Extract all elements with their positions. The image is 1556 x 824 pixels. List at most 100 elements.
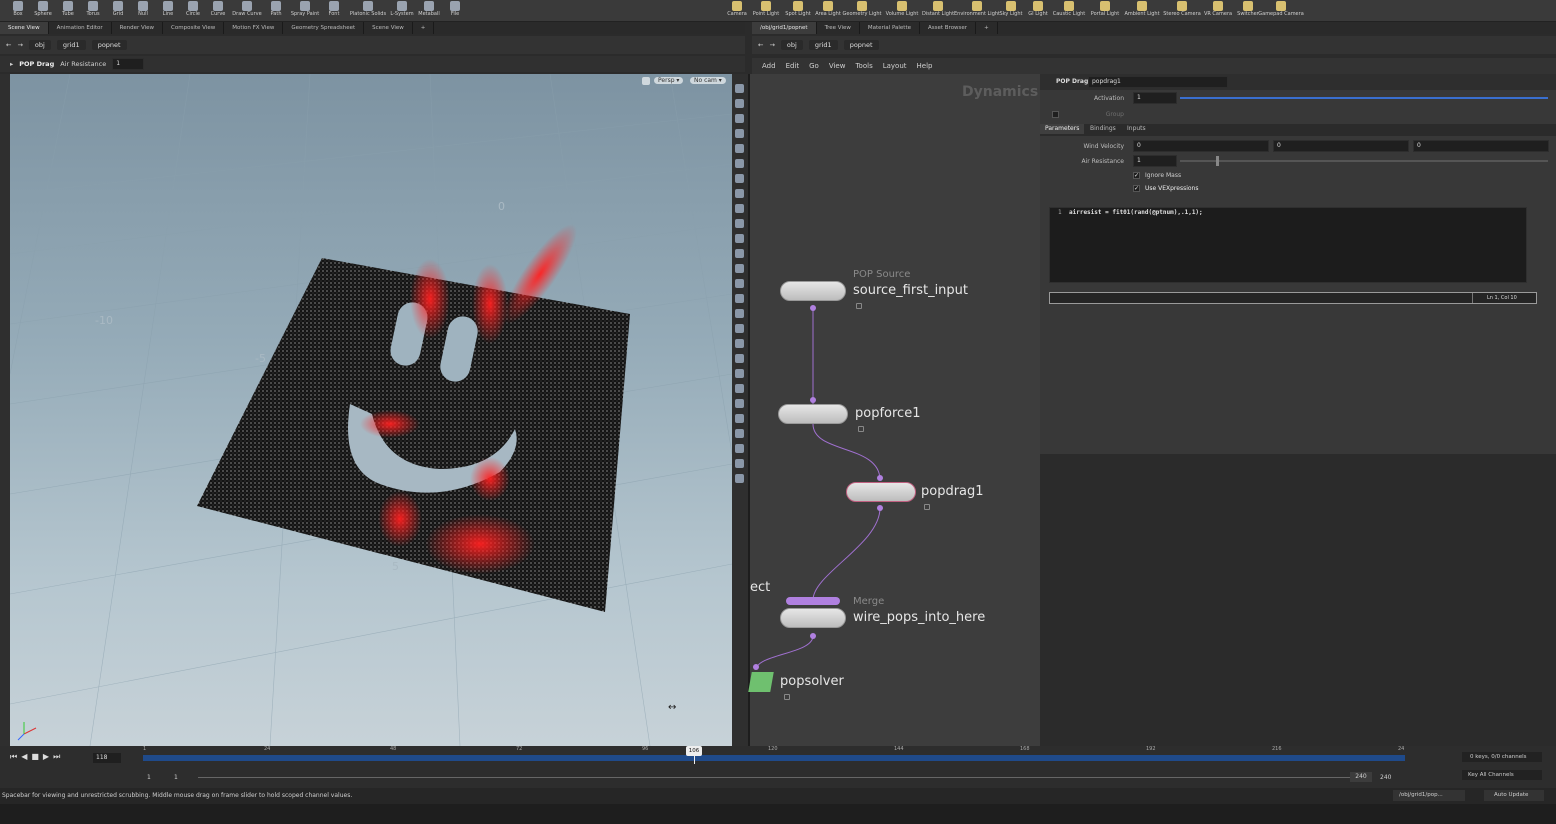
shelf-tool-geometry-light[interactable]: Geometry Light <box>843 0 882 22</box>
camera-menu[interactable]: No cam ▾ <box>690 77 726 84</box>
frame-slider[interactable] <box>143 755 1405 761</box>
shelf-tool-caustic-light[interactable]: Caustic Light <box>1053 0 1085 22</box>
path-obj[interactable]: obj <box>28 40 51 50</box>
status-path[interactable]: /obj/grid1/pop... <box>1393 790 1465 801</box>
display-option-icon[interactable] <box>735 84 744 93</box>
shelf-tool-spot-light[interactable]: Spot Light <box>784 0 812 22</box>
group-checkbox[interactable] <box>1052 111 1059 118</box>
display-option-icon[interactable] <box>735 354 744 363</box>
auto-update-button[interactable]: Auto Update <box>1484 790 1544 801</box>
add-tab-icon[interactable]: + <box>976 22 998 34</box>
tab-geometry-spreadsheet[interactable]: Geometry Spreadsheet <box>283 22 365 34</box>
display-option-icon[interactable] <box>735 264 744 273</box>
menu-add[interactable]: Add <box>762 62 776 70</box>
node-source-first-input[interactable] <box>780 281 846 301</box>
menu-tools[interactable]: Tools <box>855 62 872 70</box>
menu-go[interactable]: Go <box>809 62 819 70</box>
shelf-tool-tube[interactable]: Tube <box>58 0 78 22</box>
operator-param-field[interactable]: 1 <box>112 58 145 70</box>
shelf-tool-sphere[interactable]: Sphere <box>33 0 53 22</box>
shelf-tool-camera[interactable]: Camera <box>723 0 751 22</box>
shelf-tool-portal-light[interactable]: Portal Light <box>1091 0 1119 22</box>
shelf-tool-stereo-camera[interactable]: Stereo Camera <box>1163 0 1201 22</box>
node-wire-pops-into-here[interactable] <box>780 608 846 628</box>
forward-arrow-icon[interactable]: → <box>17 41 22 49</box>
tab-network-path[interactable]: /obj/grid1/popnet <box>752 22 817 34</box>
display-option-icon[interactable] <box>735 369 744 378</box>
activation-field[interactable]: 1 <box>1133 92 1177 104</box>
air-resistance-handle[interactable] <box>1216 156 1219 166</box>
shelf-tool-circle[interactable]: Circle <box>183 0 203 22</box>
lock-camera-icon[interactable] <box>642 77 650 85</box>
range-slider[interactable] <box>198 777 1350 778</box>
display-option-icon[interactable] <box>735 294 744 303</box>
current-frame-marker[interactable]: 106 <box>686 746 702 756</box>
shelf-tool-environment-light[interactable]: Environment Light <box>954 0 1000 22</box>
shelf-tool-gamepad-camera[interactable]: Gamepad Camera <box>1258 0 1304 22</box>
node-popsolver[interactable] <box>748 672 774 692</box>
shelf-tool-draw-curve[interactable]: Draw Curve <box>232 0 262 22</box>
stop-icon[interactable]: ■ <box>31 752 39 762</box>
shelf-tool-font[interactable]: Font <box>324 0 344 22</box>
display-option-icon[interactable] <box>735 234 744 243</box>
tab-render-view[interactable]: Render View <box>112 22 164 34</box>
shelf-tool-box[interactable]: Box <box>8 0 28 22</box>
param-op-name-field[interactable]: popdrag1 <box>1088 76 1228 88</box>
forward-arrow-icon[interactable]: → <box>769 41 774 49</box>
display-option-icon[interactable] <box>735 324 744 333</box>
display-option-icon[interactable] <box>735 399 744 408</box>
shelf-tool-torus[interactable]: Torus <box>83 0 103 22</box>
menu-help[interactable]: Help <box>917 62 933 70</box>
node-popdrag1[interactable] <box>846 482 916 502</box>
back-arrow-icon[interactable]: ← <box>758 41 763 49</box>
shelf-tool-area-light[interactable]: Area Light <box>814 0 842 22</box>
path-net[interactable]: popnet <box>91 40 127 50</box>
lock-icon[interactable] <box>784 694 790 700</box>
display-option-icon[interactable] <box>735 249 744 258</box>
wind-velocity-z[interactable]: 0 <box>1413 140 1549 152</box>
display-option-icon[interactable] <box>735 189 744 198</box>
shelf-tool-volume-light[interactable]: Volume Light <box>886 0 918 22</box>
shelf-tool-point-light[interactable]: Point Light <box>752 0 780 22</box>
lock-icon[interactable] <box>924 504 930 510</box>
display-option-icon[interactable] <box>735 114 744 123</box>
display-option-icon[interactable] <box>735 414 744 423</box>
range-end-2[interactable]: 240 <box>1380 774 1391 781</box>
range-start[interactable]: 1 <box>147 774 151 781</box>
path-obj[interactable]: obj <box>780 40 803 50</box>
shelf-tool-path[interactable]: Path <box>266 0 286 22</box>
air-resistance-field[interactable]: 1 <box>1133 155 1177 167</box>
use-vex-checkbox[interactable]: ✓ <box>1133 185 1140 192</box>
shelf-tool-ambient-light[interactable]: Ambient Light <box>1124 0 1160 22</box>
network-editor[interactable]: Dynamics POP Source source_first_input p… <box>748 74 1040 746</box>
shelf-tool-gi-light[interactable]: GI Light <box>1024 0 1052 22</box>
display-option-icon[interactable] <box>735 129 744 138</box>
display-option-icon[interactable] <box>735 174 744 183</box>
back-arrow-icon[interactable]: ← <box>6 41 11 49</box>
path-grid[interactable]: grid1 <box>56 40 86 50</box>
activation-slider[interactable] <box>1180 97 1548 99</box>
display-option-icon[interactable] <box>735 384 744 393</box>
shelf-tool-null[interactable]: Null <box>133 0 153 22</box>
lock-icon[interactable] <box>856 303 862 309</box>
display-option-icon[interactable] <box>735 474 744 483</box>
current-frame-field[interactable]: 118 <box>92 752 122 764</box>
display-option-icon[interactable] <box>735 159 744 168</box>
range-end[interactable]: 240 <box>1350 772 1372 782</box>
shelf-tool-l-system[interactable]: L-System <box>390 0 414 22</box>
play-icon[interactable]: ▶ <box>43 752 49 762</box>
display-option-icon[interactable] <box>735 339 744 348</box>
display-option-icon[interactable] <box>735 219 744 228</box>
display-option-icon[interactable] <box>735 279 744 288</box>
play-reverse-icon[interactable]: ◀ <box>21 752 27 762</box>
path-net[interactable]: popnet <box>843 40 879 50</box>
lock-icon[interactable] <box>858 426 864 432</box>
vex-code-line[interactable]: airresist = fit01(rand(@ptnum),.1,1); <box>1069 209 1203 216</box>
tab-scene-view-2[interactable]: Scene View <box>364 22 413 34</box>
shelf-tool-grid[interactable]: Grid <box>108 0 128 22</box>
display-option-icon[interactable] <box>735 309 744 318</box>
menu-view[interactable]: View <box>829 62 846 70</box>
scene-viewport[interactable]: -10 -5 0 5 Persp ▾ No cam ▾ ↔ <box>10 74 732 746</box>
tab-tree-view[interactable]: Tree View <box>817 22 860 34</box>
add-tab-icon[interactable]: + <box>413 22 435 34</box>
